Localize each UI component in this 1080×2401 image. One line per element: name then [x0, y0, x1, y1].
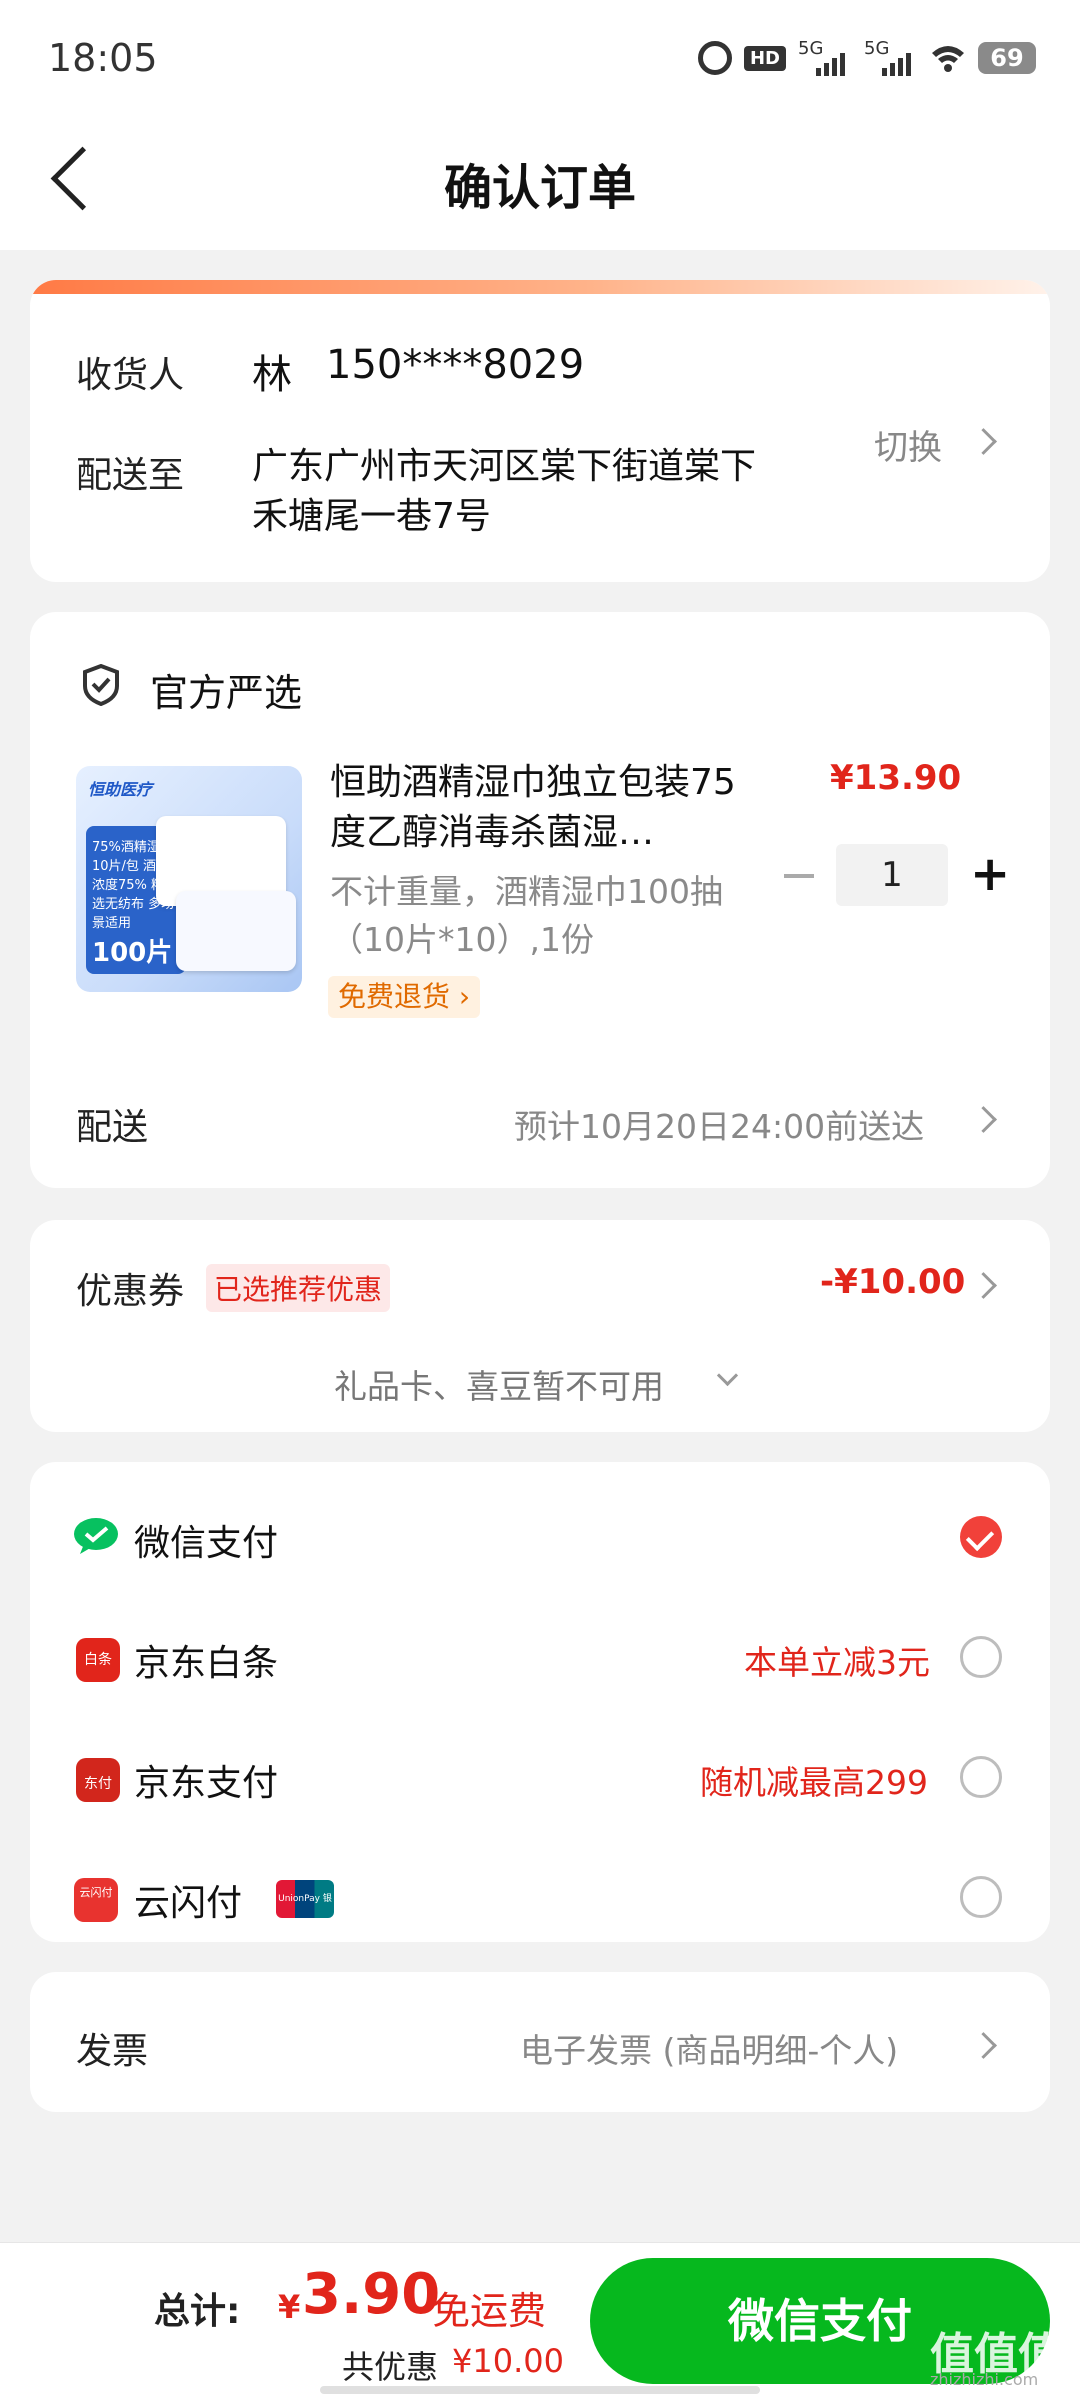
jdpay-icon: 东付 — [76, 1758, 120, 1802]
jdpay-promo: 随机减最高299 — [700, 1763, 928, 1802]
wifi-icon — [932, 46, 964, 72]
payment-label-wechat: 微信支付 — [134, 1523, 279, 1564]
invoice-card[interactable]: 发票 电子发票 (商品明细-个人) — [30, 1972, 1050, 2112]
product-image-text: 75%酒精湿巾 10片/包 酒精浓度75% 精选无纺布 多场景适用 — [92, 840, 175, 931]
wechat-pay-icon — [74, 1518, 118, 1554]
product-name[interactable]: 恒助酒精湿巾独立包装75度乙醇消毒杀菌湿… — [330, 758, 750, 858]
saving-value: ¥10.00 — [452, 2342, 564, 2380]
switch-address-link[interactable]: 切换 — [874, 420, 942, 469]
invoice-value: 电子发票 (商品明细-个人) — [520, 2031, 899, 2070]
recipient-name: 林 — [252, 352, 292, 398]
page-title: 确认订单 — [443, 160, 636, 216]
baitiao-icon: 白条 — [76, 1638, 120, 1682]
gift-card-unavailable[interactable]: 礼品卡、喜豆暂不可用 — [334, 1360, 664, 1408]
radio-yunshanfu[interactable] — [960, 1876, 1002, 1918]
coupon-label: 优惠券 — [76, 1271, 185, 1312]
product-image-brand: 恒助医疗 — [88, 780, 153, 799]
payment-label-baitiao: 京东白条 — [134, 1643, 279, 1684]
address-line-2: 禾塘尾一巷7号 — [252, 496, 491, 537]
delivery-label: 配送 — [76, 1107, 149, 1148]
radio-jdpay[interactable] — [960, 1756, 1002, 1798]
baitiao-promo: 本单立减3元 — [744, 1643, 930, 1682]
product-image[interactable]: 恒助医疗 75%酒精湿巾 10片/包 酒精浓度75% 精选无纺布 多场景适用 1… — [76, 766, 302, 992]
payment-label-yunshanfu: 云闪付 — [134, 1883, 243, 1924]
invoice-label: 发票 — [76, 2031, 149, 2072]
recipient-phone: 150****8029 — [326, 342, 585, 388]
alarm-icon — [697, 41, 732, 75]
payment-option-jdpay[interactable]: 东付 京东支付 随机减最高299 — [30, 1730, 1050, 1830]
home-indicator[interactable] — [320, 2386, 760, 2394]
address-line-1: 广东广州市天河区棠下街道棠下 — [252, 446, 757, 487]
address-top-stripe — [30, 280, 1050, 294]
chevron-down-icon — [716, 1364, 739, 1387]
recipient-label: 收货人 — [76, 355, 185, 396]
status-icons: HD 5G 5G 69 — [697, 36, 1036, 80]
product-spec[interactable]: 不计重量，酒精湿巾100抽（10片*10）,1份 — [330, 868, 740, 964]
ship-to-label: 配送至 — [76, 455, 185, 496]
product-card: 官方严选 恒助医疗 75%酒精湿巾 10片/包 酒精浓度75% 精选无纺布 多场… — [30, 612, 1050, 1188]
saving-label: 共优惠 — [342, 2348, 439, 2386]
payment-label-jdpay: 京东支付 — [134, 1763, 279, 1804]
product-image-count: 100片 — [92, 938, 173, 968]
quantity-decrease-button[interactable] — [784, 874, 814, 878]
yunshanfu-icon: 云闪付 — [74, 1878, 118, 1922]
chevron-right-icon — [970, 2032, 997, 2059]
radio-baitiao[interactable] — [960, 1636, 1002, 1678]
payment-methods-card: 微信支付 白条 京东白条 本单立减3元 东付 京东支付 随机减最高299 云闪付… — [30, 1462, 1050, 1942]
total-amount: 3.90 — [302, 2262, 441, 2327]
hd-icon: HD — [743, 45, 786, 71]
free-shipping: 免运费 — [432, 2289, 547, 2333]
battery-icon: 69 — [978, 42, 1036, 74]
watermark-url: zhizhizhi.com — [930, 2370, 1039, 2389]
unionpay-badge-icon: UnionPay 银联 — [276, 1880, 334, 1942]
delivery-estimate[interactable]: 预计10月20日24:00前送达 — [514, 1100, 924, 1148]
free-return-tag[interactable]: 免费退货 › — [328, 976, 481, 1018]
store-badge: 官方严选 — [150, 671, 303, 715]
total-currency: ¥ — [278, 2288, 301, 2326]
chevron-right-icon — [970, 1106, 997, 1133]
payment-option-yunshanfu[interactable]: 云闪付 云闪付 UnionPay 银联 — [30, 1850, 1050, 1950]
status-time: 18:05 — [48, 36, 158, 80]
chevron-right-icon — [970, 1272, 997, 1299]
radio-wechat-checked[interactable] — [960, 1516, 1002, 1558]
product-price: ¥13.90 — [830, 758, 962, 798]
address-card[interactable]: 收货人 林 150****8029 配送至 广东广州市天河区棠下街道棠下 禾塘尾… — [30, 280, 1050, 582]
signal-5g-icon-2: 5G — [864, 38, 918, 78]
shield-check-icon — [83, 664, 119, 706]
total-label: 总计: — [154, 2291, 241, 2332]
address-text: 广东广州市天河区棠下街道棠下 禾塘尾一巷7号 — [252, 442, 756, 542]
coupon-card: 优惠券 已选推荐优惠 -¥10.00 礼品卡、喜豆暂不可用 — [30, 1220, 1050, 1432]
quantity-value[interactable]: 1 — [836, 844, 948, 906]
coupon-recommend-tag: 已选推荐优惠 — [206, 1264, 391, 1312]
payment-option-wechat[interactable]: 微信支付 — [30, 1490, 1050, 1590]
payment-option-baitiao[interactable]: 白条 京东白条 本单立减3元 — [30, 1610, 1050, 1710]
chevron-right-icon — [970, 428, 997, 455]
quantity-increase-button[interactable]: + — [970, 846, 1010, 902]
coupon-value[interactable]: -¥10.00 — [820, 1262, 965, 1302]
signal-5g-icon: 5G — [798, 38, 852, 78]
